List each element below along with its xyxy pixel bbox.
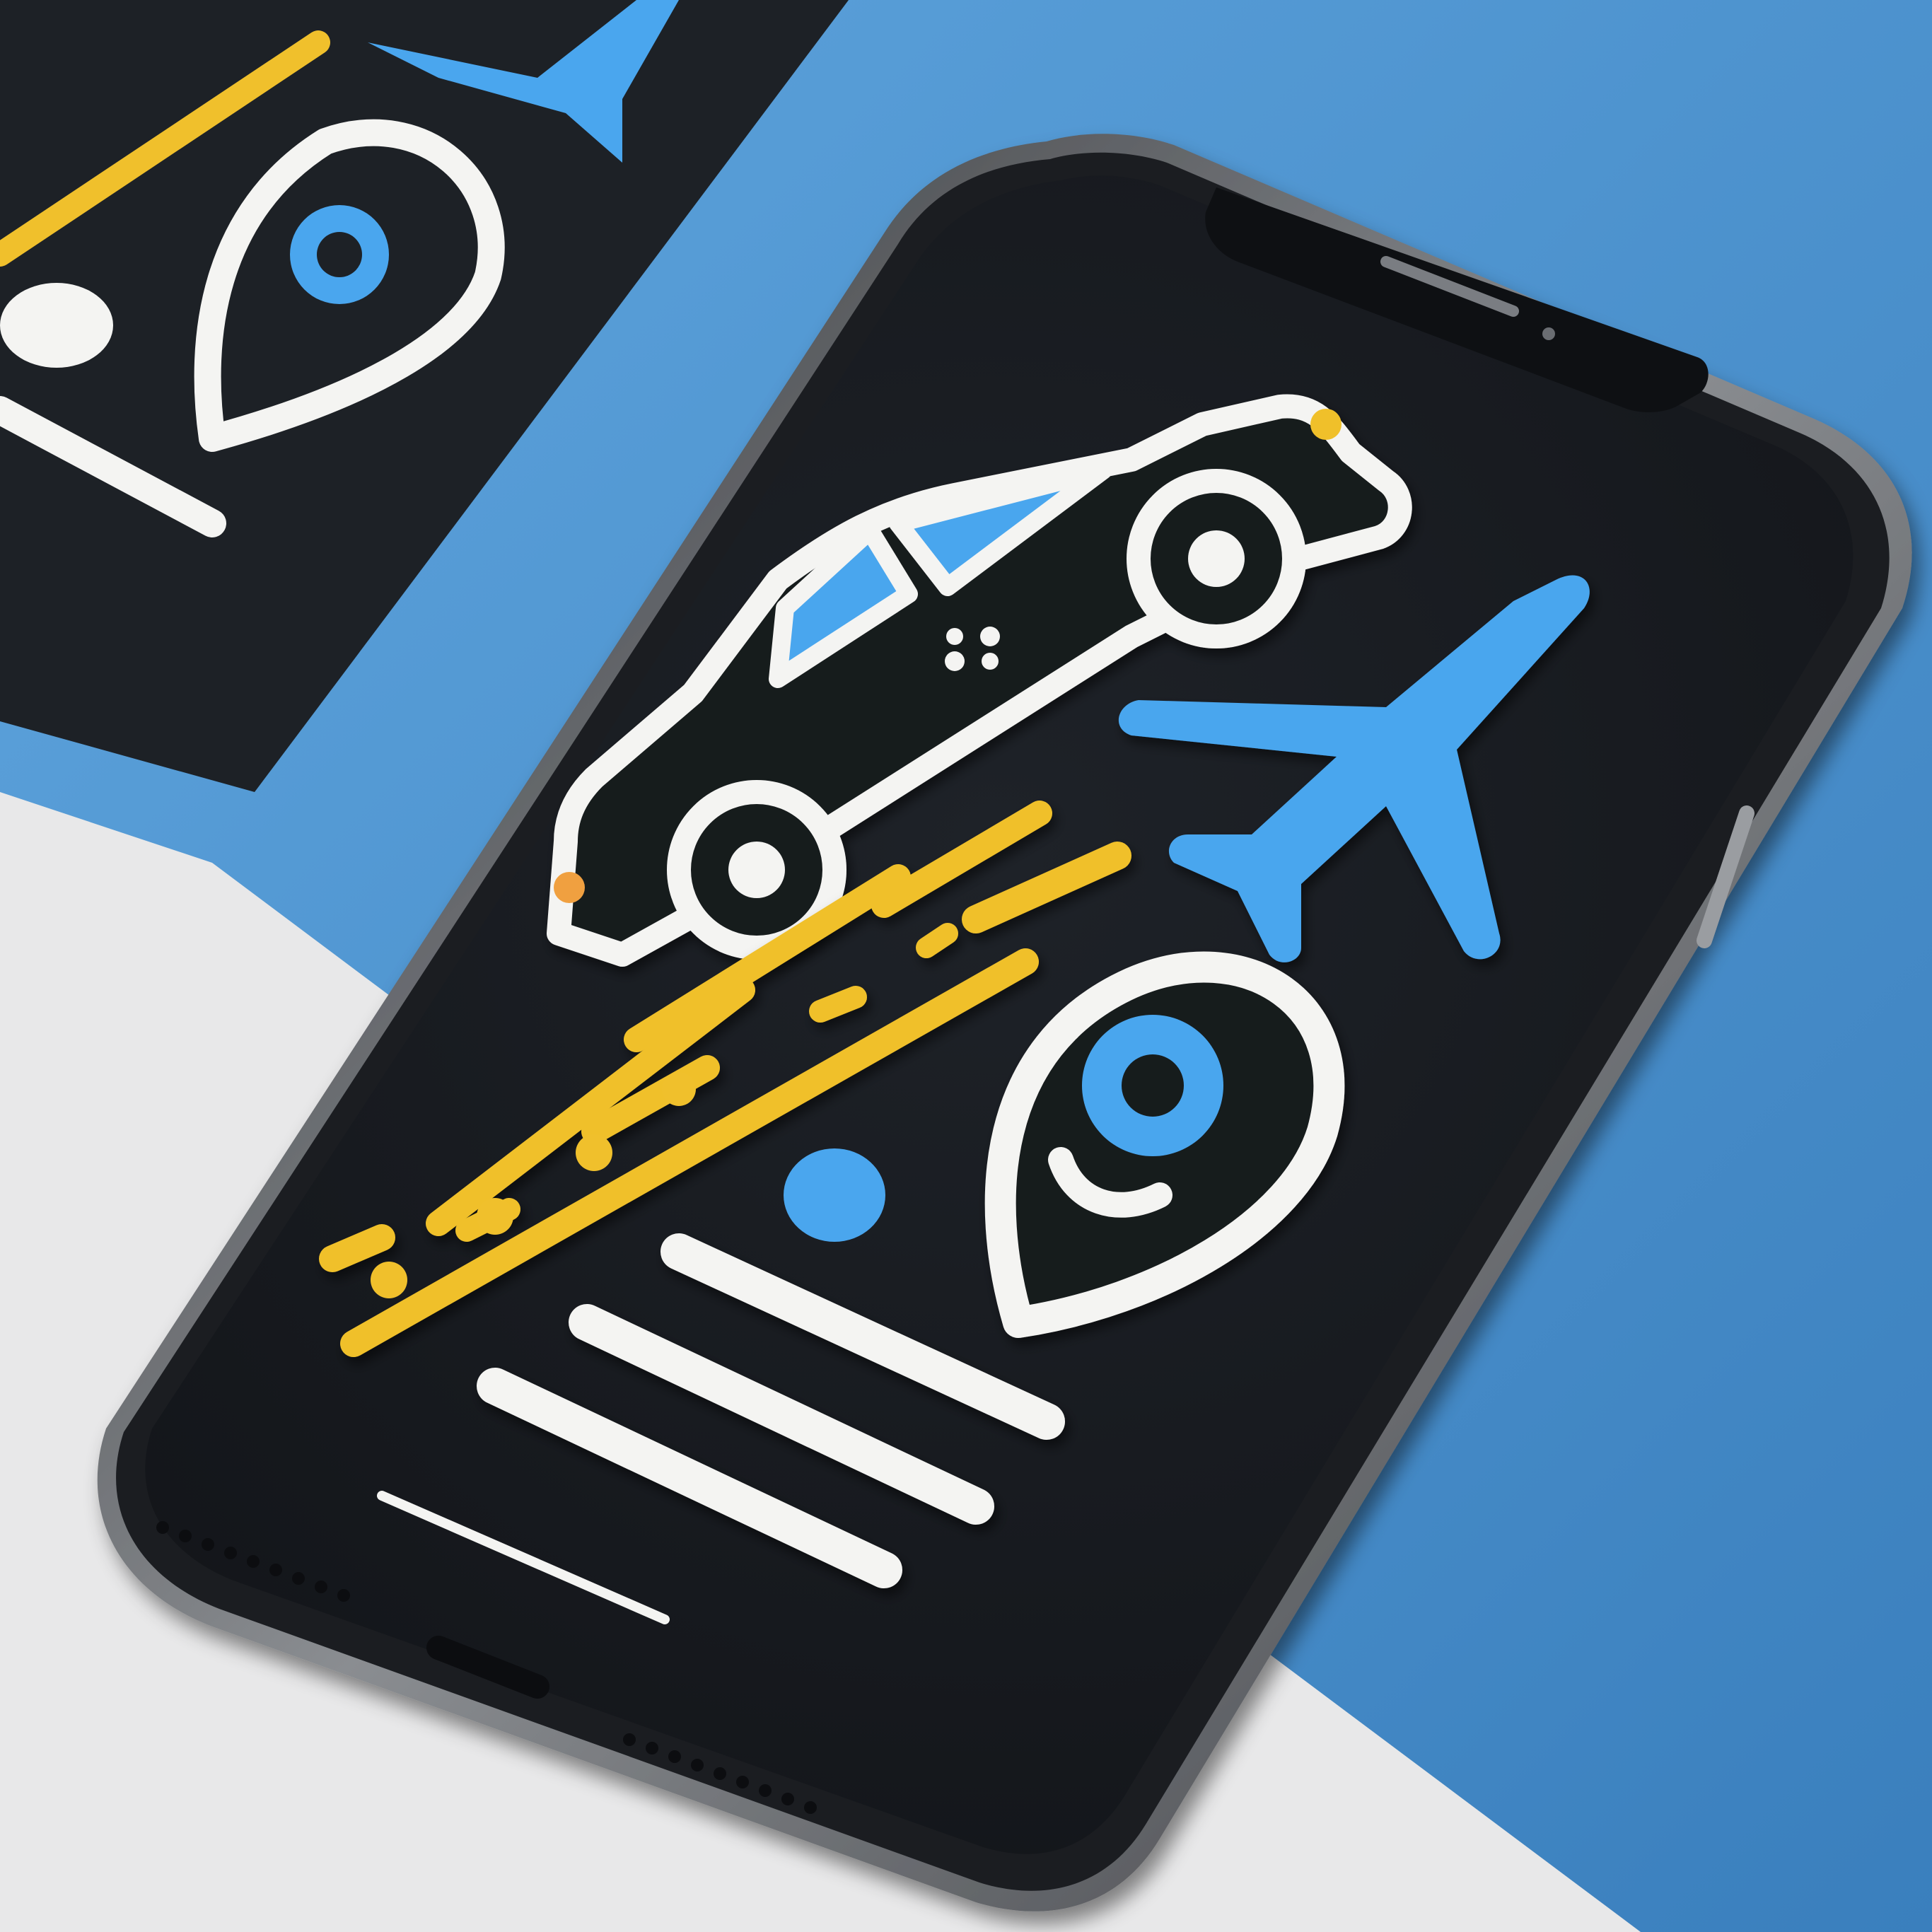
app-icon-illustration xyxy=(0,0,1932,1932)
front-camera xyxy=(1542,327,1555,340)
location-dot xyxy=(784,1148,885,1242)
